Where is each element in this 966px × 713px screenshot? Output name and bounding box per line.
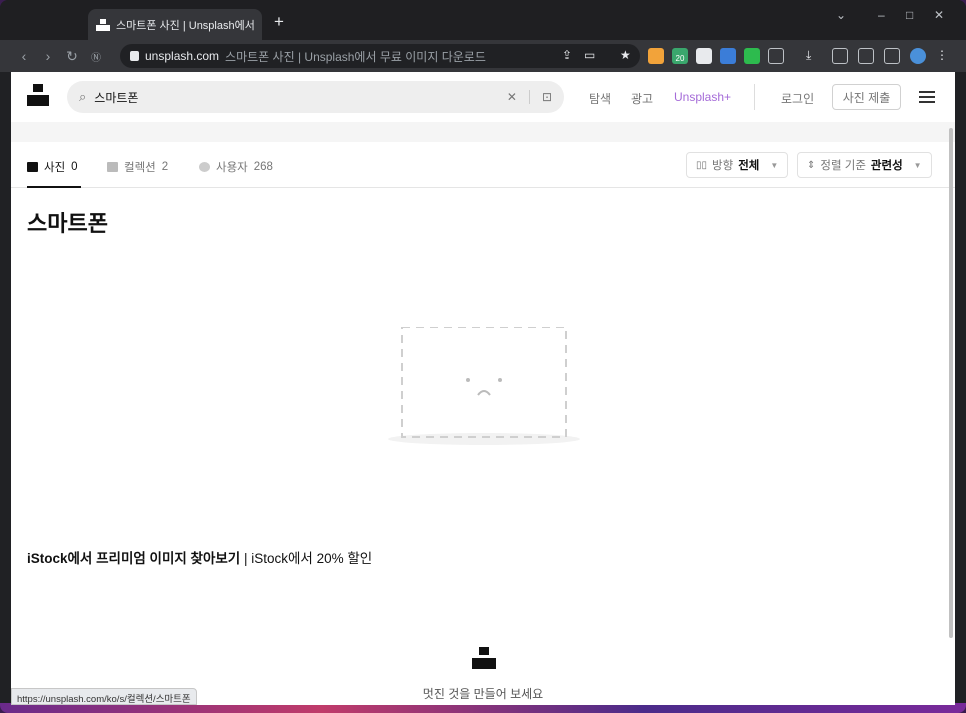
side-panel-icon[interactable] [884, 48, 900, 64]
search-input[interactable] [94, 90, 507, 104]
browser-window: 스마트폰 사진 | Unsplash에서 무 + ⌄ – □ ✕ ‹ › ↻ Ⓝ… [0, 0, 966, 713]
search-bar[interactable]: ⌕ ✕ ⊡ [67, 81, 564, 113]
header-divider [754, 84, 755, 110]
photo-icon [27, 162, 38, 172]
search-results-tabs: 사진 0 컬렉션 2 사용자 268 ▯▯ 방향 전체 ▼ ⇕ 정렬 기준 관련… [11, 142, 955, 188]
web-page: ⌕ ✕ ⊡ 탐색 광고 Unsplash+ 로그인 사진 제출 사진 0 [11, 72, 955, 705]
orientation-dropdown[interactable]: ▯▯ 방향 전체 ▼ [686, 152, 789, 178]
chevron-down-icon: ▼ [913, 160, 922, 170]
status-bar-url: https://unsplash.com/ko/s/컬렉션/스마트폰 [11, 688, 197, 705]
top-banner [11, 122, 955, 142]
orientation-label: 방향 [712, 160, 734, 172]
empty-results-illustration [388, 327, 580, 445]
tab-strip: 스마트폰 사진 | Unsplash에서 무 + ⌄ – □ ✕ [0, 0, 966, 40]
media-icon[interactable] [832, 48, 848, 64]
new-tab-button[interactable]: + [270, 12, 288, 32]
collection-icon [107, 162, 118, 172]
install-app-icon[interactable]: ▭ [584, 48, 600, 64]
bookmark-star-icon[interactable]: ★ [620, 48, 636, 64]
tab-title: 스마트폰 사진 | Unsplash에서 무 [116, 19, 254, 32]
extensions-puzzle-icon[interactable] [768, 48, 784, 64]
minimize-button[interactable]: – [878, 8, 885, 22]
users-icon [199, 162, 210, 172]
translate-icon[interactable] [720, 48, 736, 64]
search-icon: ⌕ [79, 89, 87, 104]
orientation-value: 전체 [738, 160, 760, 172]
orientation-icon: ▯▯ [696, 159, 708, 171]
tab-collections-count: 2 [161, 161, 169, 173]
sort-dropdown[interactable]: ⇕ 정렬 기준 관련성 ▼ [797, 152, 932, 178]
url-page-title: 스마트폰 사진 | Unsplash에서 무료 이미지 다운로드 [225, 49, 486, 64]
extension-1-icon[interactable] [648, 48, 664, 64]
submit-photo-button[interactable]: 사진 제출 [832, 84, 901, 110]
profile-avatar[interactable] [910, 48, 926, 64]
visual-search-icon[interactable]: ⊡ [542, 90, 552, 104]
search-divider [528, 90, 530, 104]
chevron-down-icon: ▼ [770, 160, 779, 170]
page-title: 스마트폰 [27, 211, 108, 236]
menu-kebab-icon[interactable]: ⋮ [936, 48, 952, 64]
tab-collections[interactable]: 컬렉션 2 [107, 159, 168, 175]
nav-explore[interactable]: 탐색 [589, 90, 611, 107]
browser-toolbar: ‹ › ↻ Ⓝ unsplash.com 스마트폰 사진 | Unsplash에… [0, 40, 966, 72]
share-icon[interactable]: ⇪ [562, 48, 578, 64]
forward-icon[interactable]: › [36, 48, 60, 64]
tab-users-count: 268 [253, 161, 273, 173]
sort-value: 관련성 [870, 160, 903, 172]
istock-promo-discount: | iStock에서 20% 할인 [240, 551, 373, 566]
maximize-button[interactable]: □ [906, 8, 913, 22]
hamburger-menu-icon[interactable] [919, 91, 935, 103]
tab-photos-count: 0 [71, 161, 78, 173]
tab-photos-label: 사진 [44, 162, 66, 174]
extension-2-icon[interactable]: 20 [672, 48, 688, 64]
tab-users-label: 사용자 [216, 162, 248, 174]
extension-badge: 20 [675, 54, 685, 63]
unsplash-logo[interactable] [27, 84, 49, 106]
browser-tab[interactable]: 스마트폰 사진 | Unsplash에서 무 [88, 9, 262, 40]
unsplash-favicon-icon [96, 18, 110, 31]
url-domain: unsplash.com [145, 49, 220, 63]
sort-label: 정렬 기준 [820, 160, 866, 172]
notion-extension-icon[interactable]: Ⓝ [84, 49, 108, 64]
screenshot-icon[interactable] [858, 48, 874, 64]
lock-icon [130, 51, 139, 61]
scrollbar[interactable] [949, 128, 953, 638]
nav-advertise[interactable]: 광고 [631, 90, 653, 107]
active-tab-indicator [27, 186, 81, 188]
sort-icon: ⇕ [807, 159, 816, 171]
footer-logo[interactable] [472, 647, 496, 669]
clear-search-icon[interactable]: ✕ [507, 90, 517, 104]
login-link[interactable]: 로그인 [781, 90, 814, 107]
site-header: ⌕ ✕ ⊡ 탐색 광고 Unsplash+ 로그인 사진 제출 [11, 72, 955, 122]
extension-5-icon[interactable] [744, 48, 760, 64]
back-icon[interactable]: ‹ [12, 48, 36, 64]
istock-promo-title: iStock에서 프리미엄 이미지 찾아보기 [27, 551, 241, 566]
tab-search-icon[interactable]: ⌄ [836, 8, 846, 22]
tab-collections-label: 컬렉션 [124, 162, 156, 174]
download-icon[interactable]: ⤓ [806, 48, 822, 64]
nav-unsplash-plus[interactable]: Unsplash+ [674, 90, 731, 104]
close-window-button[interactable]: ✕ [934, 8, 944, 22]
istock-promo[interactable]: iStock에서 프리미엄 이미지 찾아보기 | iStock에서 20% 할인 [27, 547, 372, 567]
tab-users[interactable]: 사용자 268 [199, 159, 273, 175]
reload-icon[interactable]: ↻ [60, 48, 84, 65]
extension-3-icon[interactable] [696, 48, 712, 64]
tab-photos[interactable]: 사진 0 [27, 159, 78, 175]
